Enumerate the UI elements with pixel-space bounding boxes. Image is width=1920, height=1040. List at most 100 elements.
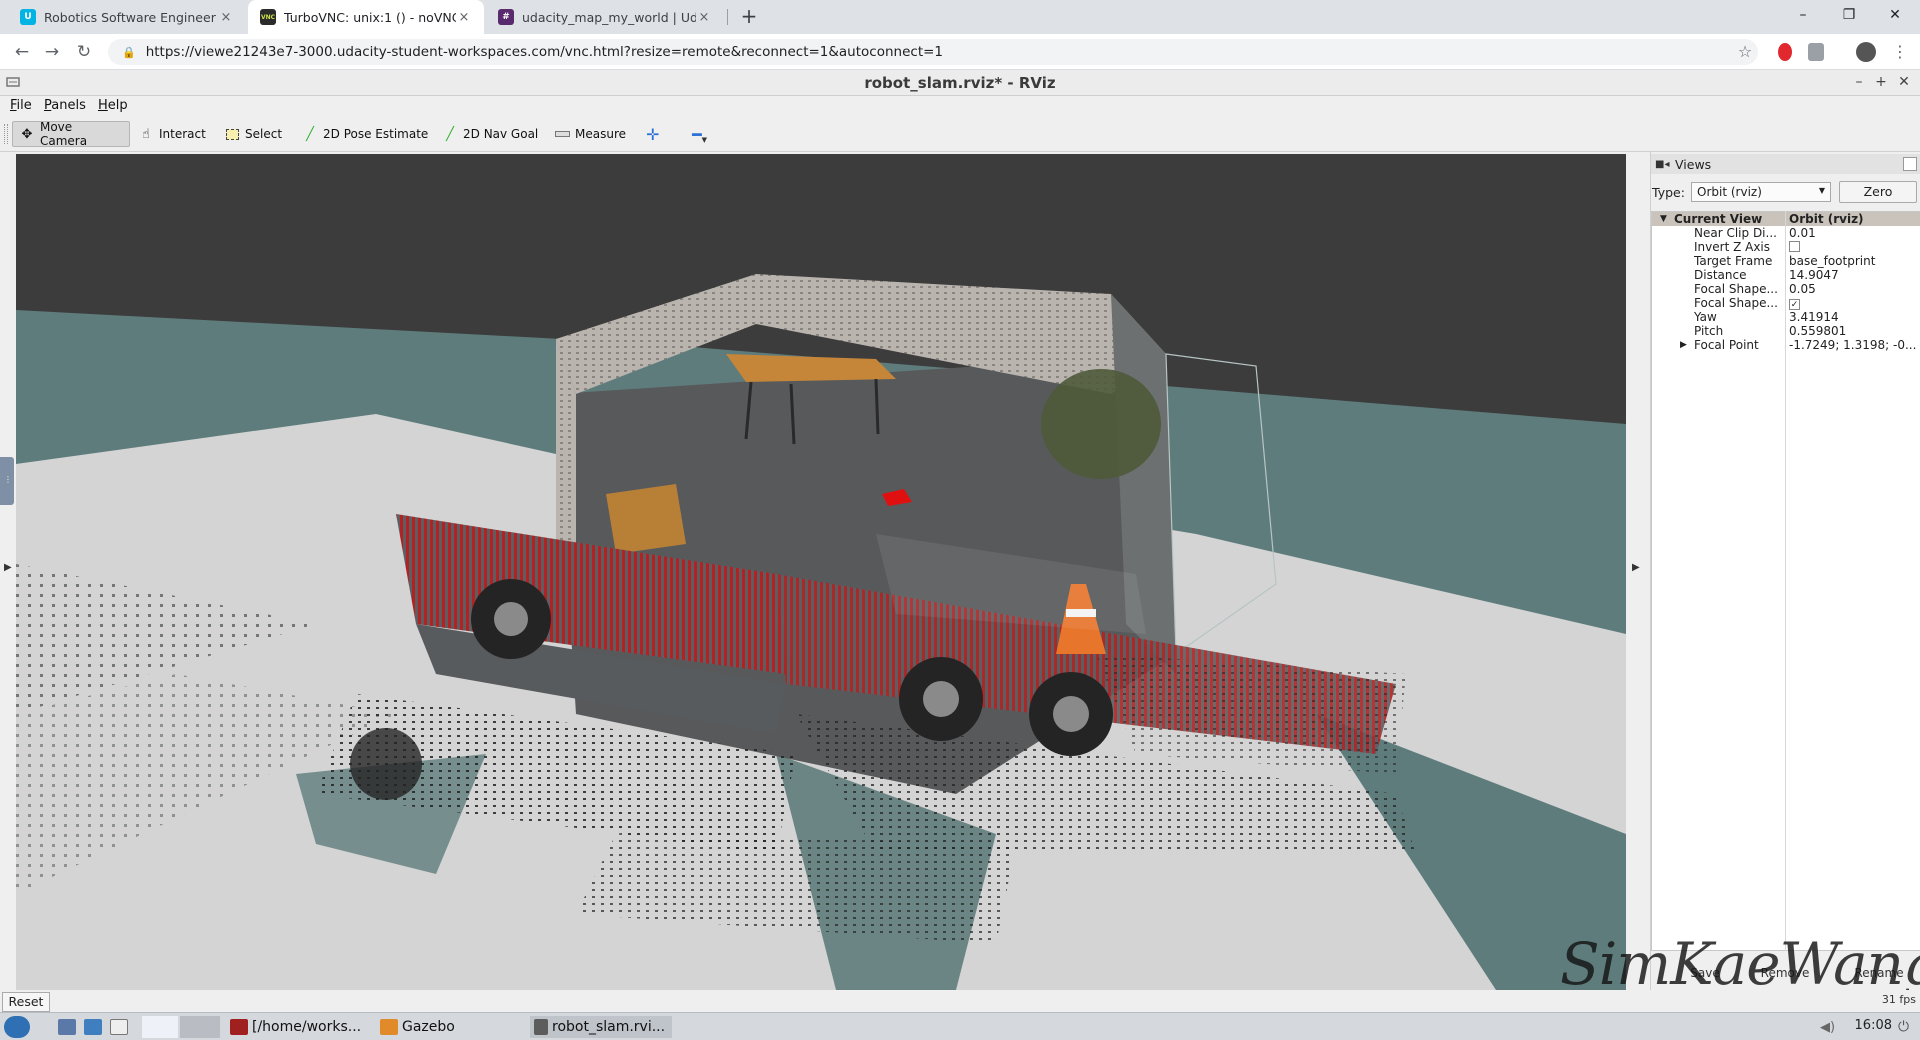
property-yaw[interactable]: Yaw 3.41914 bbox=[1652, 310, 1920, 324]
forward-arrow-icon[interactable]: → bbox=[40, 40, 64, 64]
property-near-clip[interactable]: Near Clip Di... 0.01 bbox=[1652, 226, 1920, 240]
toolbar-grip[interactable] bbox=[4, 124, 8, 144]
property-name: Pitch bbox=[1694, 324, 1724, 338]
quick-launch-window[interactable] bbox=[110, 1016, 132, 1038]
property-value[interactable]: 3.41914 bbox=[1789, 310, 1919, 324]
view-type-select[interactable]: Orbit (rviz) ▼ bbox=[1691, 182, 1831, 202]
tab-close-icon[interactable]: × bbox=[218, 10, 234, 25]
panel-float-button[interactable] bbox=[1903, 157, 1917, 171]
property-value[interactable]: base_footprint bbox=[1789, 254, 1919, 268]
left-collapse-arrow-icon[interactable]: ▶ bbox=[4, 562, 12, 573]
property-value[interactable]: -1.7249; 1.3198; -0... bbox=[1789, 338, 1919, 352]
wheel-hub bbox=[494, 602, 528, 636]
tool-move-camera[interactable]: ✥ Move Camera bbox=[12, 120, 130, 148]
new-tab-button[interactable]: + bbox=[736, 4, 762, 30]
tab-title: Robotics Software Engineer - Uda bbox=[44, 9, 218, 25]
property-name: Current View bbox=[1674, 212, 1763, 226]
taskbar-gazebo[interactable]: Gazebo bbox=[380, 1016, 455, 1038]
property-target-frame[interactable]: Target Frame base_footprint bbox=[1652, 254, 1920, 268]
rviz-maximize-button[interactable]: + bbox=[1872, 74, 1890, 90]
browser-minimize-button[interactable]: – bbox=[1780, 0, 1826, 30]
menu-help[interactable]: Help bbox=[98, 98, 128, 113]
profile-avatar[interactable] bbox=[1856, 42, 1876, 62]
tab-close-icon[interactable]: × bbox=[456, 10, 472, 25]
nav-goal-arrow-icon: ╱ bbox=[446, 126, 454, 142]
rviz-tools-toolbar: ✥ Move Camera ☝ Interact Select ╱ 2D Pos… bbox=[0, 116, 1920, 152]
taskbar-rviz[interactable]: robot_slam.rvi... bbox=[530, 1016, 672, 1038]
focal-shape-checkbox[interactable]: ✓ bbox=[1789, 299, 1800, 310]
property-name: Near Clip Di... bbox=[1694, 226, 1777, 240]
dropdown-arrow-icon: ▼ bbox=[701, 136, 708, 144]
viewport-area: ⋮ ▶ ▶ bbox=[0, 152, 1650, 990]
back-arrow-icon[interactable]: ← bbox=[10, 40, 34, 64]
zero-button[interactable]: Zero bbox=[1839, 181, 1917, 203]
property-focal-point[interactable]: ▶ Focal Point -1.7249; 1.3198; -0... bbox=[1652, 338, 1920, 352]
tool-2d-pose-estimate[interactable]: ╱ 2D Pose Estimate bbox=[296, 121, 434, 147]
ruler-icon bbox=[554, 126, 570, 142]
dropdown-arrow-icon: ▼ bbox=[1818, 186, 1825, 195]
property-pitch[interactable]: Pitch 0.559801 bbox=[1652, 324, 1920, 338]
view-type-label: Type: bbox=[1652, 185, 1685, 200]
browser-tab-robotics[interactable]: U Robotics Software Engineer - Uda × bbox=[8, 0, 246, 34]
move-camera-icon: ✥ bbox=[21, 126, 33, 142]
power-icon[interactable]: ⏻ bbox=[1898, 1016, 1909, 1038]
tool-label: Select bbox=[245, 127, 283, 141]
hand-icon: ☝ bbox=[142, 126, 150, 142]
browser-toolbar: ← → ↻ 🔒 https://viewe21243e7-3000.udacit… bbox=[0, 34, 1920, 70]
quick-launch-files[interactable] bbox=[58, 1016, 80, 1038]
current-view-row[interactable]: ▼ Current View Orbit (rviz) bbox=[1652, 212, 1920, 226]
udacity-favicon-icon: U bbox=[20, 9, 36, 25]
tool-interact[interactable]: ☝ Interact bbox=[132, 121, 212, 147]
property-value[interactable]: 0.559801 bbox=[1789, 324, 1919, 338]
property-value[interactable]: 0.01 bbox=[1789, 226, 1919, 240]
volume-icon[interactable]: ◀) bbox=[1820, 1016, 1835, 1038]
collapse-triangle-icon[interactable]: ▼ bbox=[1660, 212, 1667, 226]
column-divider[interactable] bbox=[1785, 211, 1786, 951]
tool-select[interactable]: Select bbox=[218, 121, 288, 147]
minus-icon: ━ bbox=[692, 124, 702, 144]
reload-icon[interactable]: ↻ bbox=[72, 40, 96, 64]
wheel-hub bbox=[1053, 696, 1089, 732]
property-name: Yaw bbox=[1694, 310, 1717, 324]
reset-button[interactable]: Reset bbox=[2, 992, 50, 1012]
opera-extension-icon[interactable] bbox=[1778, 43, 1792, 61]
tab-title: udacity_map_my_world | Udacity bbox=[522, 9, 696, 25]
workspace-1[interactable] bbox=[142, 1016, 178, 1038]
property-invert-z-axis[interactable]: Invert Z Axis bbox=[1652, 240, 1920, 254]
menu-panels[interactable]: Panels bbox=[44, 98, 86, 113]
address-bar[interactable]: 🔒 https://viewe21243e7-3000.udacity-stud… bbox=[108, 39, 1758, 65]
browser-maximize-button[interactable]: ❐ bbox=[1826, 0, 1872, 30]
bookmark-star-icon[interactable]: ☆ bbox=[1733, 40, 1757, 64]
remove-tool-button[interactable]: ━ ▼ bbox=[686, 121, 713, 147]
property-distance[interactable]: Distance 14.9047 bbox=[1652, 268, 1920, 282]
right-collapse-arrow-icon[interactable]: ▶ bbox=[1632, 562, 1640, 573]
browser-tab-map-my-world[interactable]: # udacity_map_my_world | Udacity × bbox=[486, 0, 724, 34]
taskbar-terminal[interactable]: [/home/works... bbox=[230, 1016, 361, 1038]
menu-file[interactable]: File bbox=[10, 98, 32, 113]
menu-label: elp bbox=[107, 98, 128, 113]
property-focal-shape-fixed[interactable]: Focal Shape... ✓ bbox=[1652, 296, 1920, 310]
tab-close-icon[interactable]: × bbox=[696, 10, 712, 25]
workspace-2[interactable] bbox=[180, 1016, 220, 1038]
bookshelf bbox=[606, 484, 686, 554]
browser-close-button[interactable]: ✕ bbox=[1872, 0, 1918, 30]
rviz-3d-render-view[interactable] bbox=[16, 154, 1626, 990]
expand-triangle-icon[interactable]: ▶ bbox=[1680, 338, 1687, 352]
invert-z-checkbox[interactable] bbox=[1789, 241, 1800, 252]
rviz-icon bbox=[534, 1019, 548, 1035]
left-dock-handle[interactable]: ⋮ bbox=[0, 457, 14, 505]
add-tool-button[interactable]: ✛ bbox=[640, 121, 665, 147]
rviz-minimize-button[interactable]: – bbox=[1850, 74, 1868, 90]
browser-menu-icon[interactable]: ⋮ bbox=[1888, 40, 1912, 64]
property-focal-shape-size[interactable]: Focal Shape... 0.05 bbox=[1652, 282, 1920, 296]
desktop-icon bbox=[84, 1019, 102, 1035]
property-value[interactable]: 14.9047 bbox=[1789, 268, 1919, 282]
property-value[interactable]: 0.05 bbox=[1789, 282, 1919, 296]
quick-launch-desktop[interactable] bbox=[84, 1016, 106, 1038]
start-menu-button[interactable] bbox=[4, 1016, 30, 1038]
tool-measure[interactable]: Measure bbox=[548, 121, 632, 147]
browser-tab-turbovnc[interactable]: VNC TurboVNC: unix:1 () - noVNC × bbox=[248, 0, 484, 34]
shield-extension-icon[interactable] bbox=[1808, 43, 1824, 61]
rviz-close-button[interactable]: ✕ bbox=[1895, 74, 1913, 90]
tool-2d-nav-goal[interactable]: ╱ 2D Nav Goal bbox=[436, 121, 544, 147]
